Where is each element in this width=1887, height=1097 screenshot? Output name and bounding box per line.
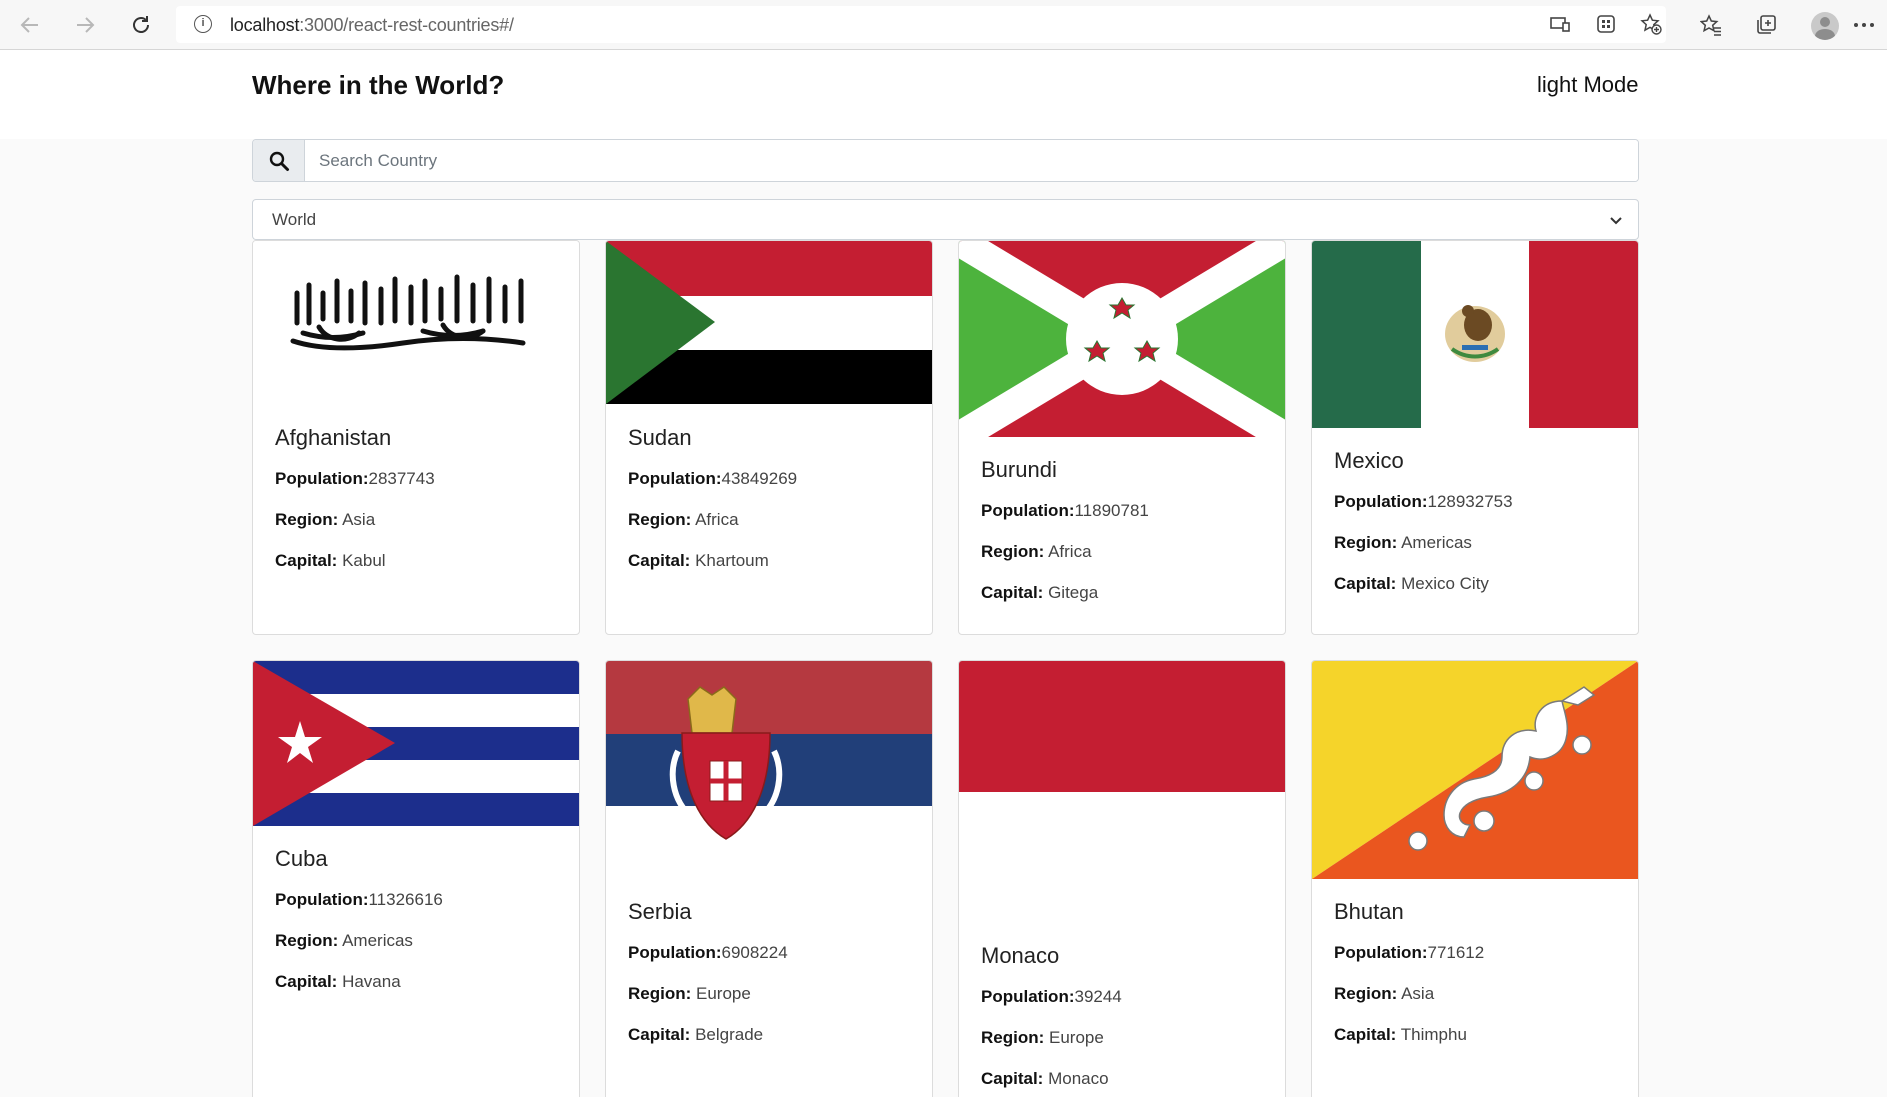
- country-region: Region: Africa: [628, 510, 739, 529]
- flag-bhutan: [1312, 661, 1638, 879]
- app-header: Where in the World? light Mode: [0, 50, 1887, 139]
- flag-monaco: [959, 661, 1285, 923]
- country-population: Population:43849269: [628, 469, 798, 488]
- browser-toolbar: i localhost:3000/react-rest-countries#/: [0, 0, 1887, 50]
- country-region: Region: Asia: [275, 510, 376, 529]
- search-input[interactable]: [305, 140, 1638, 181]
- country-card-monaco[interactable]: Monaco Population:39244 Region: Europe C…: [958, 660, 1286, 1097]
- search-icon: [253, 140, 305, 181]
- country-card-mexico[interactable]: Mexico Population:128932753 Region: Amer…: [1311, 240, 1639, 635]
- reload-icon[interactable]: [128, 12, 154, 38]
- add-favorite-icon[interactable]: [1639, 12, 1663, 36]
- chevron-down-icon: [1610, 217, 1622, 225]
- flag-sudan: [606, 241, 932, 404]
- more-icon[interactable]: [1852, 13, 1876, 37]
- country-name: Afghanistan: [275, 425, 392, 450]
- country-card-sudan[interactable]: Sudan Population:43849269 Region: Africa…: [605, 240, 933, 635]
- country-population: Population:11890781: [981, 501, 1149, 520]
- info-icon[interactable]: i: [194, 15, 212, 33]
- country-population: Population:128932753: [1334, 492, 1513, 511]
- country-name: Serbia: [628, 899, 692, 924]
- flag-afghanistan: [253, 241, 579, 404]
- profile-avatar[interactable]: [1811, 12, 1839, 40]
- country-card-afghanistan[interactable]: Afghanistan Population:2837743 Region: A…: [252, 240, 580, 635]
- country-name: Mexico: [1334, 448, 1404, 473]
- country-capital: Capital: Mexico City: [1334, 574, 1489, 593]
- country-population: Population:39244: [981, 987, 1122, 1006]
- country-capital: Capital: Belgrade: [628, 1025, 764, 1044]
- collections-icon[interactable]: [1754, 13, 1778, 37]
- country-region: Region: Americas: [1334, 533, 1472, 552]
- country-name: Burundi: [981, 457, 1057, 482]
- country-capital: Capital: Kabul: [275, 551, 386, 570]
- apps-icon[interactable]: [1594, 12, 1618, 36]
- country-card-serbia[interactable]: Serbia Population:6908224 Region: Europe…: [605, 660, 933, 1097]
- country-name: Monaco: [981, 943, 1060, 968]
- country-name: Cuba: [275, 846, 328, 871]
- flag-cuba: [253, 661, 579, 826]
- country-capital: Capital: Khartoum: [628, 551, 769, 570]
- flag-serbia: [606, 661, 932, 879]
- country-name: Sudan: [628, 425, 692, 450]
- page-title: Where in the World?: [252, 70, 505, 100]
- favorites-icon[interactable]: [1699, 13, 1723, 37]
- country-population: Population:771612: [1334, 943, 1485, 962]
- country-name: Bhutan: [1334, 899, 1404, 924]
- country-capital: Capital: Havana: [275, 972, 401, 991]
- country-population: Population:2837743: [275, 469, 435, 488]
- forward-icon[interactable]: [72, 12, 98, 38]
- country-capital: Capital: Monaco: [981, 1069, 1109, 1088]
- theme-mode-toggle[interactable]: light Mode: [1537, 72, 1639, 98]
- address-bar[interactable]: i localhost:3000/react-rest-countries#/: [176, 6, 1666, 43]
- url-text: localhost:3000/react-rest-countries#/: [230, 15, 514, 35]
- back-icon[interactable]: [17, 12, 43, 38]
- region-select-value: World: [272, 210, 317, 229]
- country-population: Population:6908224: [628, 943, 788, 962]
- country-capital: Capital: Thimphu: [1334, 1025, 1467, 1044]
- read-aloud-icon[interactable]: [1548, 12, 1572, 36]
- country-region: Region: Africa: [981, 542, 1092, 561]
- country-card-cuba[interactable]: Cuba Population:11326616 Region: America…: [252, 660, 580, 1097]
- country-region: Region: Asia: [1334, 984, 1435, 1003]
- search-group: [252, 139, 1639, 182]
- country-region: Region: Europe: [981, 1028, 1104, 1047]
- country-card-burundi[interactable]: Burundi Population:11890781 Region: Afri…: [958, 240, 1286, 635]
- country-region: Region: Europe: [628, 984, 751, 1003]
- country-population: Population:11326616: [275, 890, 443, 909]
- country-card-bhutan[interactable]: Bhutan Population:771612 Region: Asia Ca…: [1311, 660, 1639, 1097]
- flag-burundi: [959, 241, 1285, 437]
- country-capital: Capital: Gitega: [981, 583, 1099, 602]
- country-region: Region: Americas: [275, 931, 413, 950]
- flag-mexico: [1312, 241, 1638, 428]
- region-select[interactable]: World: [252, 199, 1639, 240]
